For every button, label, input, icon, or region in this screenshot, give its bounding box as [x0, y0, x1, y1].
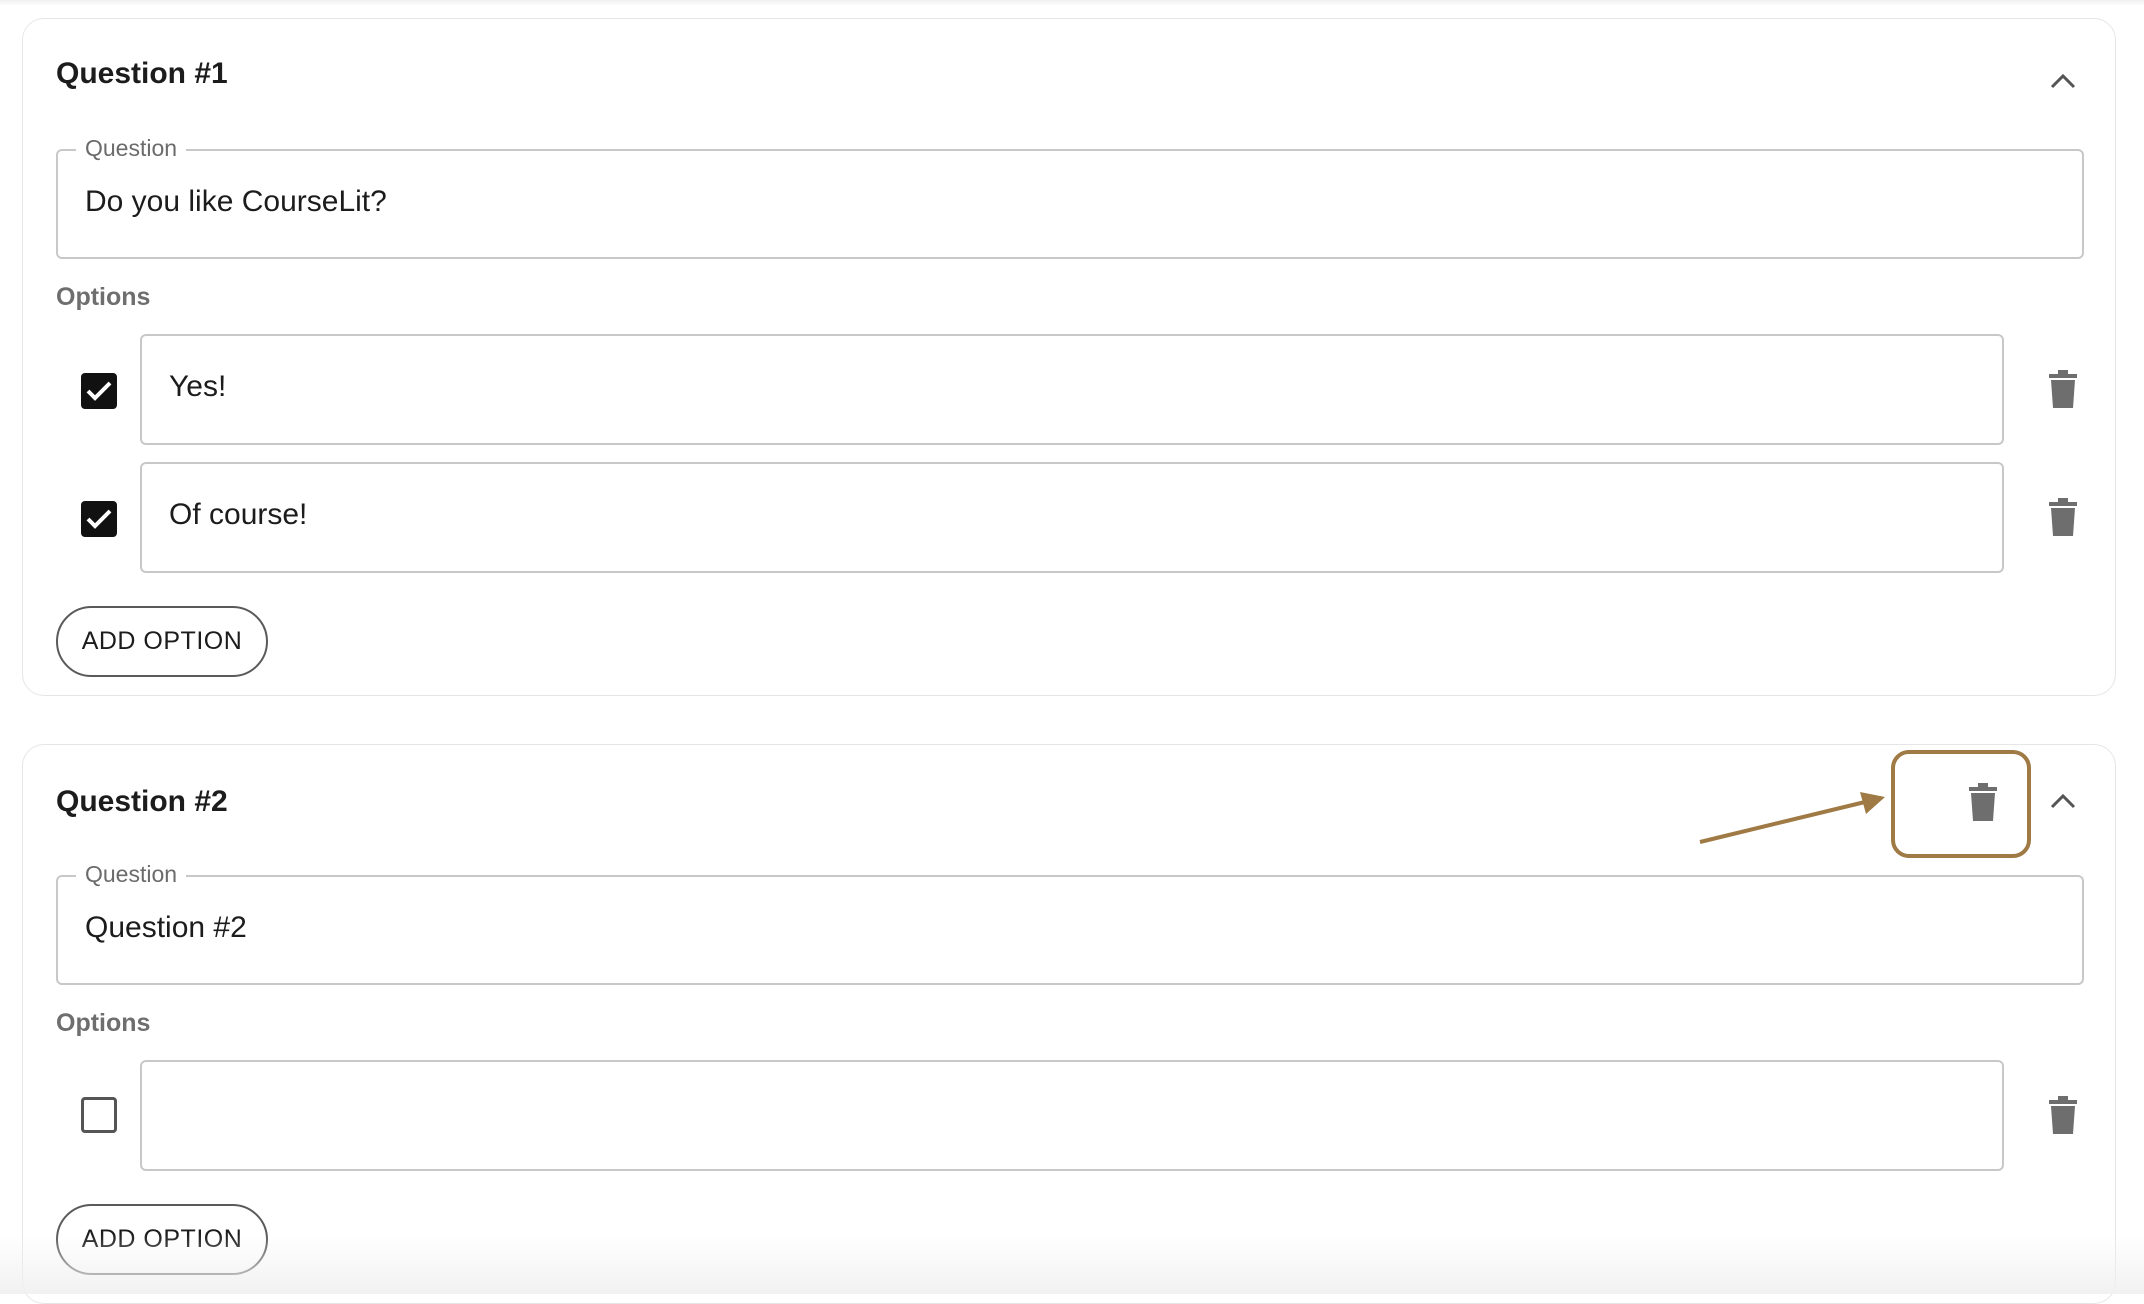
question-field: Question — [56, 875, 2084, 985]
checkbox-checked-icon — [85, 507, 113, 531]
question-input[interactable] — [85, 911, 2055, 945]
question-field: Question — [56, 149, 2084, 259]
trash-icon[interactable] — [2043, 495, 2083, 539]
chevron-up-icon[interactable] — [2043, 781, 2083, 821]
checkbox-checked-icon — [85, 379, 113, 403]
option-field — [140, 334, 2004, 445]
chevron-up-icon[interactable] — [2043, 61, 2083, 101]
add-option-button[interactable]: ADD OPTION — [56, 606, 268, 677]
question-field-label: Question — [76, 861, 186, 888]
top-edge — [0, 0, 2144, 6]
option-checkbox[interactable] — [81, 373, 117, 409]
options-label: Options — [56, 1009, 150, 1038]
trash-icon[interactable] — [2043, 367, 2083, 411]
options-label: Options — [56, 283, 150, 312]
option-input[interactable] — [169, 498, 1975, 532]
question-title: Question #2 — [56, 785, 228, 819]
option-checkbox[interactable] — [81, 1097, 117, 1133]
highlight-box — [1891, 750, 2031, 858]
trash-icon[interactable] — [2043, 1093, 2083, 1137]
question-input[interactable] — [85, 185, 2055, 219]
option-field — [140, 462, 2004, 573]
question-card-1: Question #1 Question Options ADD OPTION — [22, 18, 2116, 696]
option-checkbox[interactable] — [81, 501, 117, 537]
question-title: Question #1 — [56, 57, 228, 91]
option-input[interactable] — [169, 1096, 1975, 1130]
option-field — [140, 1060, 2004, 1171]
option-input[interactable] — [169, 370, 1975, 404]
add-option-button[interactable]: ADD OPTION — [56, 1204, 268, 1275]
question-field-label: Question — [76, 135, 186, 162]
annotation-arrow — [1690, 780, 1900, 850]
